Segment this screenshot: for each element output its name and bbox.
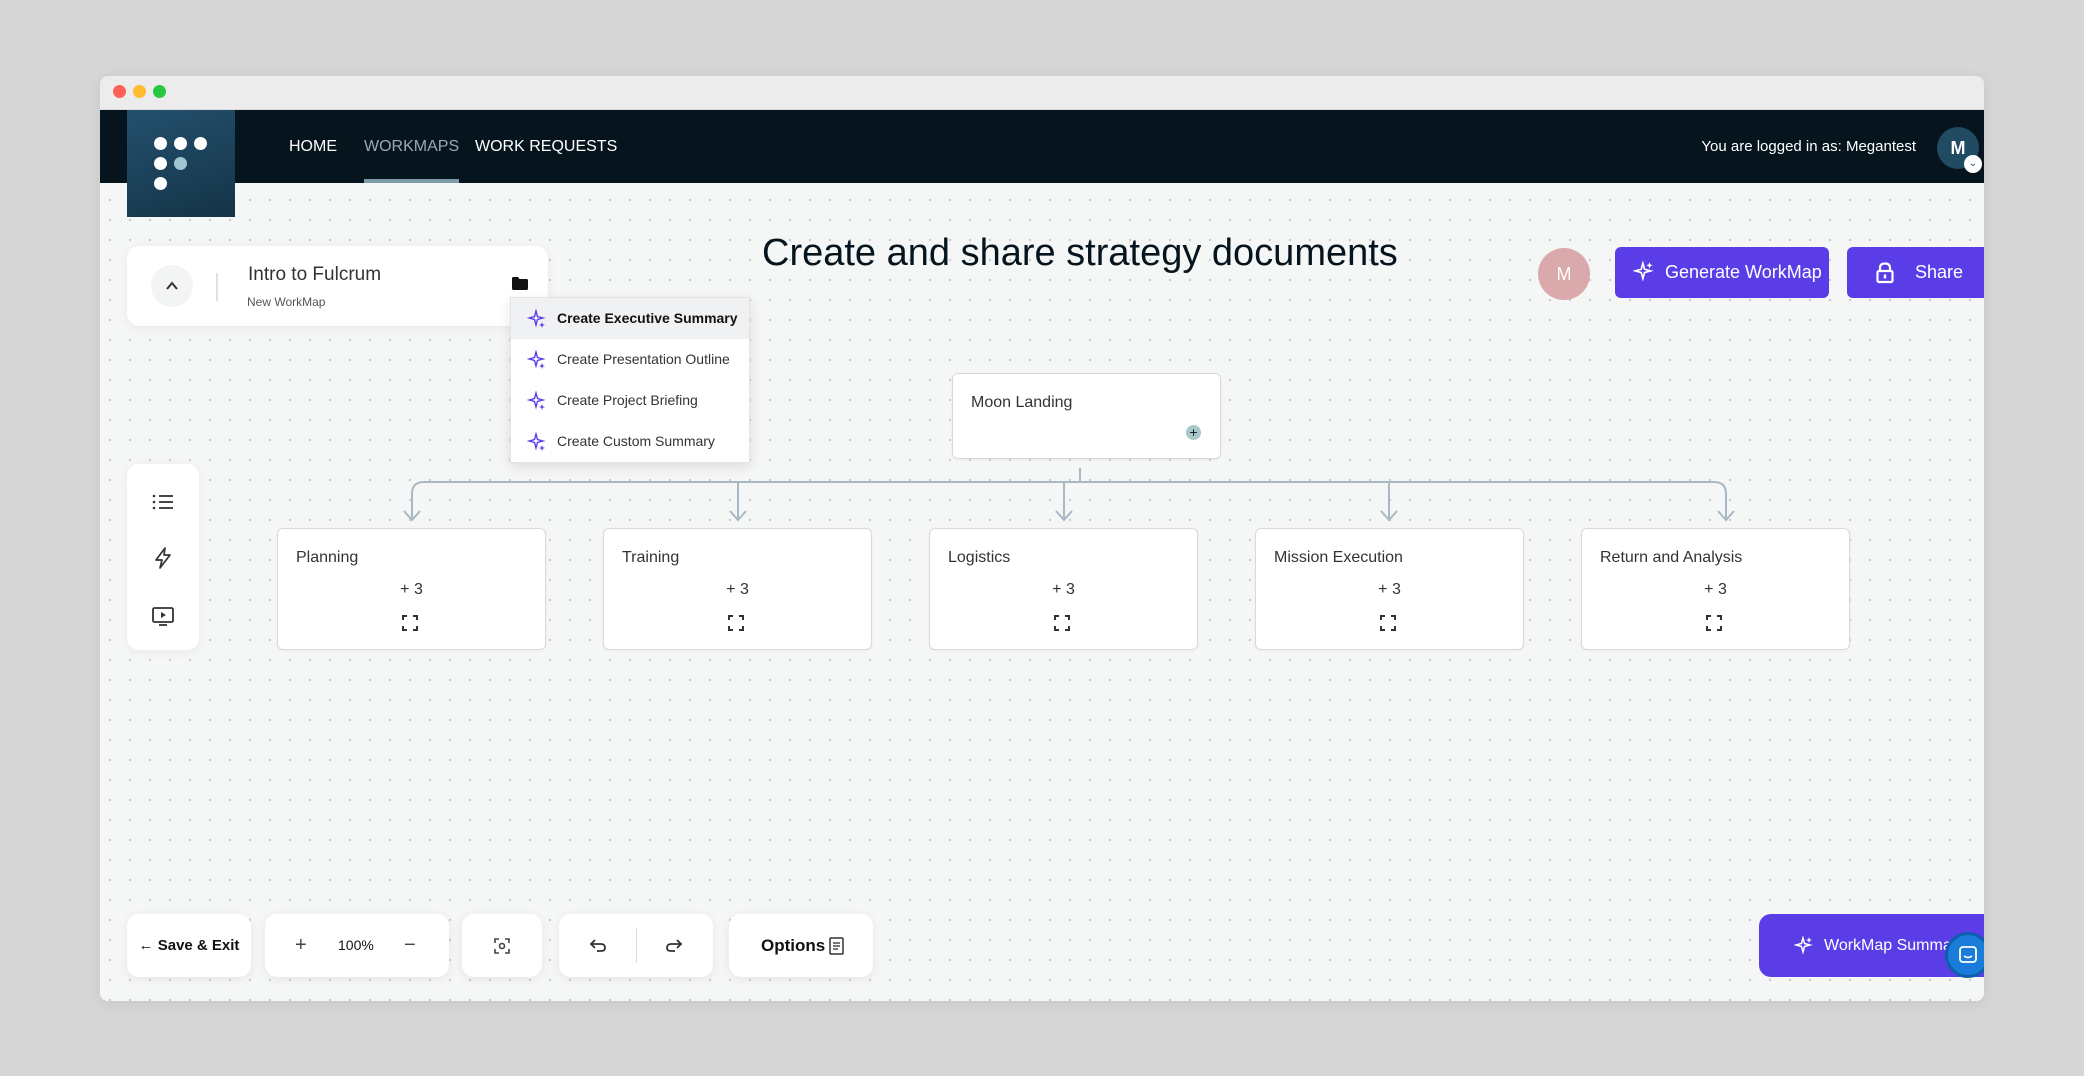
node-title: Return and Analysis [1600, 549, 1743, 566]
sparkle-icon [1794, 936, 1813, 955]
expand-icon[interactable] [728, 615, 744, 631]
save-exit-button[interactable]: ← Save & Exit [127, 914, 251, 977]
chevron-up-icon [166, 281, 178, 290]
expand-icon[interactable] [402, 615, 418, 631]
menu-item-label: Create Executive Summary [557, 310, 738, 326]
zoom-level: 100% [338, 937, 374, 953]
share-button[interactable]: Share [1847, 247, 1984, 298]
document-subtitle: New WorkMap [247, 295, 326, 309]
collapse-button[interactable] [151, 265, 193, 307]
generate-workmap-label: Generate WorkMap [1665, 262, 1822, 282]
app-window: HOME WORKMAPS WORK REQUESTS You are logg… [100, 76, 1984, 1001]
divider [636, 928, 637, 963]
menu-item-project-briefing[interactable]: Create Project Briefing [511, 380, 749, 421]
collaborator-avatar[interactable]: M [1538, 248, 1590, 300]
child-count[interactable]: + 3 [1582, 581, 1849, 599]
fit-to-screen-button[interactable] [462, 914, 542, 977]
sparkle-icon [1633, 261, 1654, 282]
folder-icon[interactable] [512, 277, 528, 290]
zoom-controls: + 100% − [265, 914, 449, 977]
chat-icon [1959, 946, 1977, 963]
node-planning[interactable]: Planning + 3 [277, 528, 546, 650]
generate-workmap-button[interactable]: Generate WorkMap [1615, 247, 1829, 298]
menu-item-label: Create Presentation Outline [557, 351, 730, 367]
summary-menu: Create Executive Summary Create Presenta… [510, 297, 750, 463]
node-return-and-analysis[interactable]: Return and Analysis + 3 [1581, 528, 1850, 650]
menu-item-label: Create Custom Summary [557, 433, 715, 449]
expand-icon[interactable] [1706, 615, 1722, 631]
child-count[interactable]: + 3 [278, 581, 545, 599]
fulcrum-logo[interactable] [127, 110, 235, 217]
document-card: Intro to Fulcrum New WorkMap [127, 246, 548, 326]
sparkle-icon [527, 391, 546, 410]
nav-home[interactable]: HOME [289, 110, 337, 183]
node-training[interactable]: Training + 3 [603, 528, 872, 650]
sparkle-icon [527, 309, 546, 328]
lock-icon [1876, 262, 1894, 284]
child-count[interactable]: + 3 [604, 581, 871, 599]
maximize-window-button[interactable] [153, 85, 166, 98]
undo-icon[interactable] [589, 936, 607, 954]
node-logistics[interactable]: Logistics + 3 [929, 528, 1198, 650]
page-title: Create and share strategy documents [762, 232, 1398, 274]
zoom-out-button[interactable]: − [404, 914, 416, 977]
node-title: Moon Landing [971, 394, 1073, 411]
chat-launcher[interactable] [1945, 932, 1984, 978]
top-navigation: HOME WORKMAPS WORK REQUESTS You are logg… [100, 110, 1984, 183]
arrow-left-icon: ← [138, 937, 154, 954]
node-title: Training [622, 549, 680, 566]
bolt-icon[interactable] [151, 546, 175, 570]
zoom-in-button[interactable]: + [295, 914, 307, 977]
menu-item-custom-summary[interactable]: Create Custom Summary [511, 421, 749, 462]
node-mission-execution[interactable]: Mission Execution + 3 [1255, 528, 1524, 650]
close-window-button[interactable] [113, 85, 126, 98]
workmap-summary-label: WorkMap Summa [1824, 937, 1952, 954]
menu-item-executive-summary[interactable]: Create Executive Summary [511, 298, 749, 339]
expand-icon[interactable] [1380, 615, 1396, 631]
options-button[interactable]: Options [729, 914, 873, 977]
sparkle-icon [527, 350, 546, 369]
fit-screen-icon [494, 938, 510, 954]
list-icon[interactable] [151, 490, 175, 514]
window-chrome [100, 76, 1984, 110]
add-child-icon[interactable]: + [1186, 425, 1201, 440]
nav-workmaps[interactable]: WORKMAPS [364, 110, 460, 183]
expand-icon[interactable] [1054, 615, 1070, 631]
root-node[interactable]: Moon Landing + [952, 373, 1221, 459]
history-controls [559, 914, 713, 977]
divider [216, 273, 218, 301]
save-exit-label: Save & Exit [157, 937, 240, 954]
menu-item-presentation-outline[interactable]: Create Presentation Outline [511, 339, 749, 380]
child-count[interactable]: + 3 [930, 581, 1197, 599]
document-title[interactable]: Intro to Fulcrum [248, 264, 381, 286]
login-status: You are logged in as: Megantest [1701, 138, 1916, 155]
play-icon[interactable] [151, 604, 175, 628]
chevron-down-icon[interactable]: ⌄ [1964, 155, 1982, 173]
node-title: Logistics [948, 549, 1011, 566]
nav-work-requests[interactable]: WORK REQUESTS [475, 110, 617, 183]
minimize-window-button[interactable] [133, 85, 146, 98]
options-label: Options [761, 936, 826, 955]
document-icon [829, 937, 844, 955]
side-toolbar [127, 464, 199, 650]
sparkle-icon [527, 432, 546, 451]
node-title: Planning [296, 549, 359, 566]
child-count[interactable]: + 3 [1256, 581, 1523, 599]
share-label: Share [1915, 262, 1964, 282]
redo-icon[interactable] [665, 936, 683, 954]
node-title: Mission Execution [1274, 549, 1403, 566]
menu-item-label: Create Project Briefing [557, 392, 698, 408]
